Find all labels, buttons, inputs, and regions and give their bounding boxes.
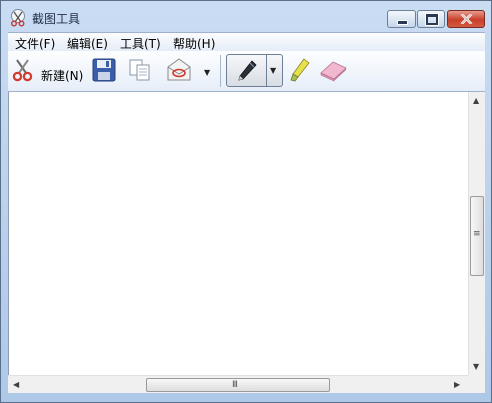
maximize-button[interactable] — [417, 10, 445, 28]
close-button[interactable] — [447, 10, 485, 28]
scroll-up-chevron-icon[interactable]: ▲ — [473, 96, 479, 105]
floppy-disk-icon[interactable] — [92, 58, 116, 82]
snipping-tool-scissors-icon — [11, 9, 25, 27]
horizontal-scroll-thumb[interactable]: III — [146, 378, 330, 392]
scroll-left-chevron-icon[interactable]: ◀ — [13, 380, 19, 389]
scroll-right-chevron-icon[interactable]: ▶ — [454, 380, 460, 389]
eraser-icon[interactable] — [318, 58, 348, 82]
menu-bar: 文件(F) 编辑(E) 工具(T) 帮助(H) — [8, 32, 485, 52]
send-dropdown-chevron-down-icon[interactable]: ▼ — [204, 68, 210, 77]
toolbar-separator — [220, 55, 221, 87]
snip-canvas[interactable] — [8, 92, 469, 375]
vertical-thumb-grip: ≡ — [473, 229, 480, 239]
new-snip-button[interactable]: 新建(N) — [10, 55, 84, 87]
scroll-down-chevron-icon[interactable]: ▼ — [473, 362, 479, 371]
window-title: 截图工具 — [32, 12, 81, 26]
highlighter-icon[interactable] — [289, 57, 311, 83]
copy-icon[interactable] — [128, 58, 152, 82]
menu-help[interactable]: 帮助(H) — [173, 35, 215, 52]
pen-split-divider — [266, 55, 267, 86]
close-icon — [460, 14, 473, 24]
menu-file[interactable]: 文件(F) — [15, 35, 55, 52]
scrollbar-corner — [468, 375, 485, 393]
scissors-icon — [12, 59, 33, 82]
pen-tool-button[interactable]: ▼ — [226, 54, 283, 87]
snipping-tool-window: 截图工具 文件(F) 编辑(E) 工具(T) 帮助(H) 新建(N) ▼ ▼ ▲… — [0, 0, 492, 403]
send-snip-button[interactable]: ▼ — [164, 55, 216, 87]
horizontal-scrollbar[interactable]: ◀ III ▶ — [8, 375, 468, 393]
new-snip-label: 新建(N) — [41, 69, 84, 83]
title-bar[interactable]: 截图工具 — [1, 1, 491, 33]
vertical-scrollbar[interactable]: ▲ ≡ ▼ — [468, 92, 485, 375]
vertical-scroll-thumb[interactable]: ≡ — [470, 196, 484, 276]
horizontal-thumb-grip: III — [232, 380, 238, 390]
minimize-icon — [397, 20, 408, 25]
pen-icon — [238, 60, 257, 81]
minimize-button[interactable] — [387, 10, 416, 28]
envelope-icon — [167, 58, 191, 81]
pen-dropdown-chevron-down-icon[interactable]: ▼ — [270, 66, 276, 75]
menu-tools[interactable]: 工具(T) — [120, 35, 161, 52]
maximize-icon — [426, 14, 438, 25]
toolbar: 新建(N) ▼ ▼ — [8, 51, 485, 92]
menu-edit[interactable]: 编辑(E) — [67, 35, 108, 52]
